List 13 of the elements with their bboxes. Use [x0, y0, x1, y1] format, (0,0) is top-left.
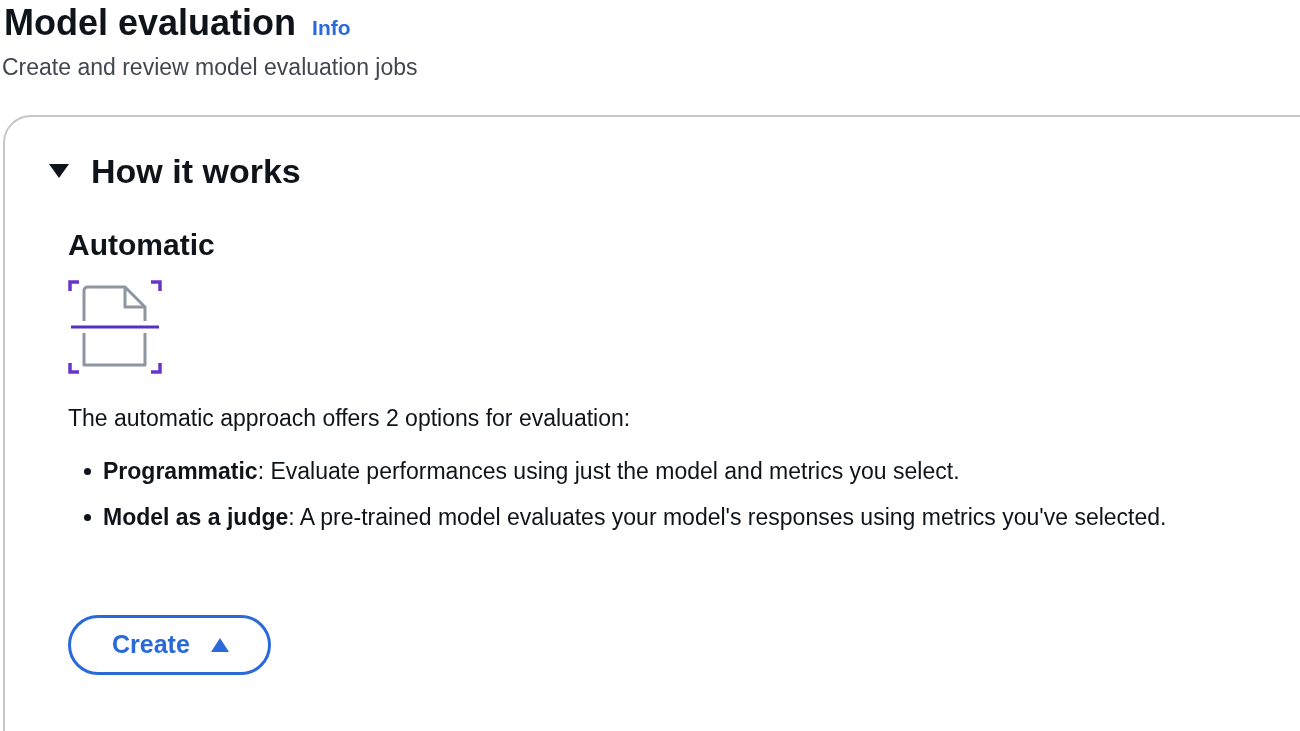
section-heading: Automatic	[68, 226, 216, 263]
bullet-icon	[84, 513, 91, 521]
info-link[interactable]: Info	[312, 12, 351, 44]
intro-text: The automatic approach offers 2 options for evaluation:	[68, 403, 632, 433]
bullet-icon	[84, 467, 91, 475]
bullet-text: Model as a judge: A pre-trained model evaluates your model's responses using metrics you've selected.	[103, 502, 1167, 532]
caret-icon	[209, 636, 230, 653]
document-scan-icon	[67, 278, 163, 375]
create-button[interactable]: Create	[68, 614, 271, 675]
bullet-text: Programmatic: Evaluate performances using just the model and metrics you select.	[103, 456, 960, 486]
page-description: Create and review model evaluation jobs	[1, 53, 419, 82]
page-title: Model evaluation	[4, 2, 297, 44]
section-toggle[interactable]: How it works	[47, 150, 301, 191]
